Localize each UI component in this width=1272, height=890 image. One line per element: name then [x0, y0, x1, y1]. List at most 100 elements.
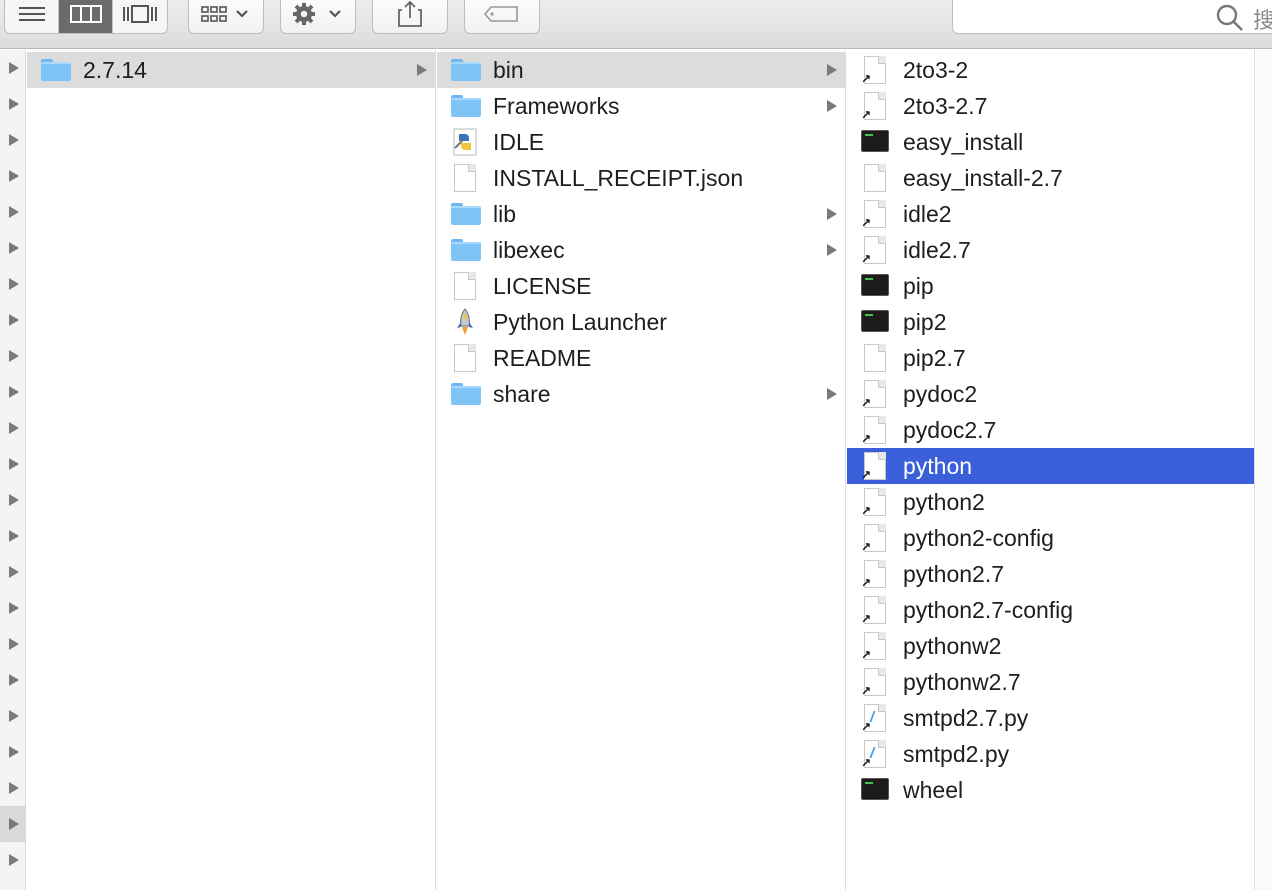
- folder-icon: [39, 56, 71, 84]
- file-row-idle2-7[interactable]: ↗ idle2.7: [847, 232, 1254, 268]
- file-row-pip2-7[interactable]: pip2.7: [847, 340, 1254, 376]
- file-row-pythonw2-7[interactable]: ↗ pythonw2.7: [847, 664, 1254, 700]
- disclosure-triangle-icon: [9, 350, 19, 362]
- file-row-pip[interactable]: pip: [847, 268, 1254, 304]
- coverflow-view-button[interactable]: [113, 0, 167, 33]
- disclosure-row[interactable]: [0, 662, 25, 698]
- gear-icon: [293, 3, 341, 25]
- file-name-label: Python Launcher: [493, 309, 667, 335]
- disclosure-triangle-icon: [9, 62, 19, 74]
- file-name-label: pydoc2: [903, 381, 978, 407]
- disclosure-triangle-icon: [9, 782, 19, 794]
- disclosure-row[interactable]: [0, 842, 25, 878]
- file-name-label: bin: [493, 57, 524, 83]
- alias-document-icon: ↗: [859, 488, 891, 518]
- file-name-label: 2to3-2.7: [903, 93, 988, 119]
- disclosure-row[interactable]: [0, 374, 25, 410]
- disclosure-row[interactable]: [0, 806, 25, 842]
- file-row-easy-install-2-7[interactable]: easy_install-2.7: [847, 160, 1254, 196]
- file-name-label: pydoc2.7: [903, 417, 997, 443]
- disclosure-row[interactable]: [0, 446, 25, 482]
- disclosure-triangle-icon: [9, 170, 19, 182]
- disclosure-row[interactable]: [0, 770, 25, 806]
- file-row-frameworks[interactable]: Frameworks: [437, 88, 845, 124]
- disclosure-row[interactable]: [0, 482, 25, 518]
- alias-document-icon: ↗: [859, 560, 891, 590]
- action-menu-button[interactable]: [280, 0, 356, 34]
- file-row-pip2[interactable]: pip2: [847, 304, 1254, 340]
- file-row-2to3-2-7[interactable]: ↗ 2to3-2.7: [847, 88, 1254, 124]
- disclosure-row[interactable]: [0, 50, 25, 86]
- disclosure-row[interactable]: [0, 590, 25, 626]
- file-row-share[interactable]: share: [437, 376, 845, 412]
- file-name-label: IDLE: [493, 129, 545, 155]
- disclosure-row[interactable]: [0, 518, 25, 554]
- disclosure-arrow-icon: [827, 64, 837, 76]
- disclosure-row[interactable]: [0, 734, 25, 770]
- column-version[interactable]: bin Frameworks IDLE INSTALL_RECEIPT.jsonlib…: [437, 50, 846, 890]
- document-icon: [449, 164, 481, 192]
- disclosure-row[interactable]: [0, 122, 25, 158]
- disclosure-triangle-icon: [9, 674, 19, 686]
- file-row-lib[interactable]: lib: [437, 196, 845, 232]
- file-row-smtpd2-py[interactable]: / ↗ smtpd2.py: [847, 736, 1254, 772]
- file-row-pythonw2[interactable]: ↗ pythonw2: [847, 628, 1254, 664]
- file-row-pydoc2-7[interactable]: ↗ pydoc2.7: [847, 412, 1254, 448]
- disclosure-row[interactable]: [0, 302, 25, 338]
- disclosure-row[interactable]: [0, 554, 25, 590]
- file-name-label: LICENSE: [493, 273, 592, 299]
- file-row-easy-install[interactable]: easy_install: [847, 124, 1254, 160]
- list-view-button[interactable]: [5, 0, 59, 33]
- file-row-pydoc2[interactable]: ↗ pydoc2: [847, 376, 1254, 412]
- disclosure-row[interactable]: [0, 158, 25, 194]
- column-root[interactable]: 2.7.14: [27, 50, 436, 890]
- file-row-idle[interactable]: IDLE: [437, 124, 845, 160]
- column-bin[interactable]: ↗ 2to3-2 ↗ 2to3-2.7 easy_install easy_install…: [847, 50, 1255, 890]
- file-row-python2-config[interactable]: ↗ python2-config: [847, 520, 1254, 556]
- disclosure-row[interactable]: [0, 626, 25, 662]
- folder-icon: [449, 56, 481, 84]
- previous-column[interactable]: [0, 50, 26, 890]
- document-icon: [449, 344, 481, 372]
- file-row-python2[interactable]: ↗ python2: [847, 484, 1254, 520]
- rocket-icon: [449, 308, 481, 336]
- file-row-readme[interactable]: README: [437, 340, 845, 376]
- column-view-button[interactable]: [59, 0, 113, 33]
- disclosure-row[interactable]: [0, 86, 25, 122]
- disclosure-arrow-icon: [827, 244, 837, 256]
- file-row-install-receipt-json[interactable]: INSTALL_RECEIPT.json: [437, 160, 845, 196]
- file-name-label: INSTALL_RECEIPT.json: [493, 165, 744, 191]
- file-row-license[interactable]: LICENSE: [437, 268, 845, 304]
- file-row-python2-7-config[interactable]: ↗ python2.7-config: [847, 592, 1254, 628]
- disclosure-arrow-icon: [827, 388, 837, 400]
- file-row-python2-7[interactable]: ↗ python2.7: [847, 556, 1254, 592]
- share-button[interactable]: [372, 0, 448, 34]
- search-field[interactable]: 搜: [952, 0, 1272, 34]
- alias-document-icon: ↗: [859, 596, 891, 626]
- file-row-wheel[interactable]: wheel: [847, 772, 1254, 808]
- file-row-idle2[interactable]: ↗ idle2: [847, 196, 1254, 232]
- disclosure-triangle-icon: [9, 386, 19, 398]
- disclosure-row[interactable]: [0, 878, 25, 890]
- file-row-python-launcher[interactable]: Python Launcher: [437, 304, 845, 340]
- disclosure-row[interactable]: [0, 338, 25, 374]
- file-row-2-7-14[interactable]: 2.7.14: [27, 52, 435, 88]
- file-row-2to3-2[interactable]: ↗ 2to3-2: [847, 52, 1254, 88]
- disclosure-triangle-icon: [9, 422, 19, 434]
- file-row-python[interactable]: ↗ python: [847, 448, 1254, 484]
- file-row-bin[interactable]: bin: [437, 52, 845, 88]
- disclosure-row[interactable]: [0, 698, 25, 734]
- alias-document-icon: ↗: [859, 200, 891, 230]
- tags-button[interactable]: [464, 0, 540, 34]
- disclosure-row[interactable]: [0, 410, 25, 446]
- file-row-smtpd2-7-py[interactable]: / ↗ smtpd2.7.py: [847, 700, 1254, 736]
- terminal-executable-icon: [859, 128, 891, 156]
- disclosure-row[interactable]: [0, 266, 25, 302]
- finder-toolbar: 搜: [0, 0, 1272, 49]
- disclosure-row[interactable]: [0, 194, 25, 230]
- group-by-button[interactable]: [188, 0, 264, 34]
- disclosure-row[interactable]: [0, 230, 25, 266]
- file-name-label: share: [493, 381, 551, 407]
- list-view-icon: [18, 7, 45, 21]
- file-row-libexec[interactable]: libexec: [437, 232, 845, 268]
